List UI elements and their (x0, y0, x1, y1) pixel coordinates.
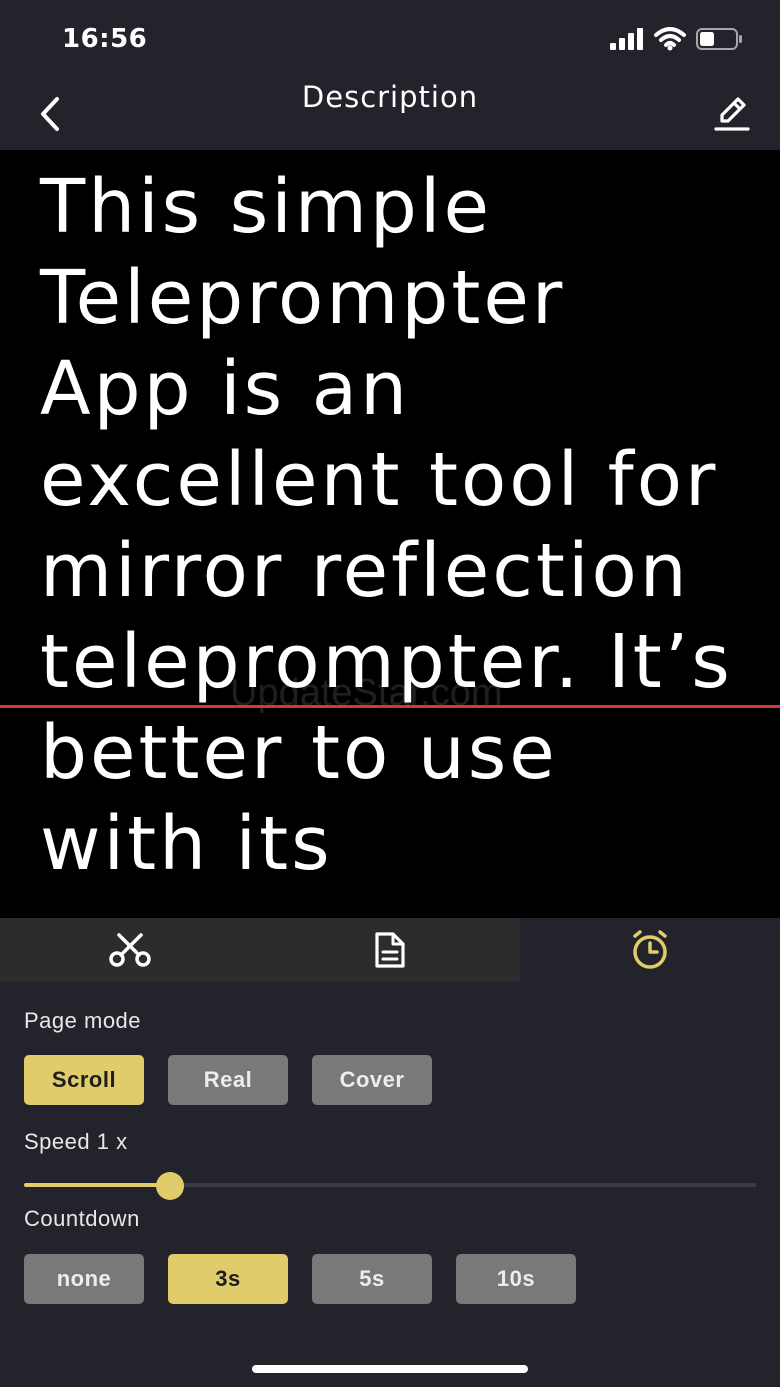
speed-slider-thumb[interactable] (156, 1172, 184, 1200)
tab-document[interactable] (260, 918, 520, 982)
tab-edit[interactable] (0, 918, 260, 982)
settings-panel: Page mode Scroll Real Cover Speed 1 x Co… (0, 982, 780, 1387)
reading-guide-line (0, 705, 780, 708)
watermark: UpdateStar.com (230, 672, 503, 714)
signal-icon (610, 28, 644, 54)
home-indicator (252, 1365, 528, 1373)
status-icons (610, 27, 744, 55)
wifi-icon (654, 27, 686, 55)
speed-slider-fill (24, 1183, 170, 1187)
nav-bar: Description (0, 80, 780, 150)
edit-button[interactable] (710, 92, 754, 136)
countdown-10s-button[interactable]: 10s (456, 1254, 576, 1304)
clock-icon (633, 930, 667, 969)
page-mode-scroll-button[interactable]: Scroll (24, 1055, 144, 1105)
teleprompter-view[interactable]: This simple Teleprompter App is an excel… (0, 150, 780, 918)
countdown-label: Countdown (24, 1206, 140, 1231)
status-time: 16:56 (62, 24, 148, 54)
countdown-options: none 3s 5s 10s (24, 1254, 576, 1304)
tab-timer[interactable] (520, 918, 780, 982)
page-mode-options: Scroll Real Cover (24, 1055, 432, 1105)
countdown-none-button[interactable]: none (24, 1254, 144, 1304)
settings-tabbar (0, 918, 780, 982)
page-mode-real-button[interactable]: Real (168, 1055, 288, 1105)
battery-icon (696, 27, 744, 55)
speed-label: Speed 1 x (24, 1129, 128, 1154)
status-bar: 16:56 (0, 0, 780, 80)
countdown-3s-button[interactable]: 3s (168, 1254, 288, 1304)
page-title: Description (301, 80, 479, 114)
page-mode-label: Page mode (24, 1008, 142, 1033)
teleprompter-text: This simple Teleprompter App is an excel… (40, 164, 733, 887)
pencil-icon (714, 97, 750, 131)
document-icon (375, 932, 405, 968)
countdown-5s-button[interactable]: 5s (312, 1254, 432, 1304)
speed-slider[interactable] (24, 1165, 756, 1205)
page-mode-cover-button[interactable]: Cover (312, 1055, 432, 1105)
scissors-icon (109, 933, 151, 967)
